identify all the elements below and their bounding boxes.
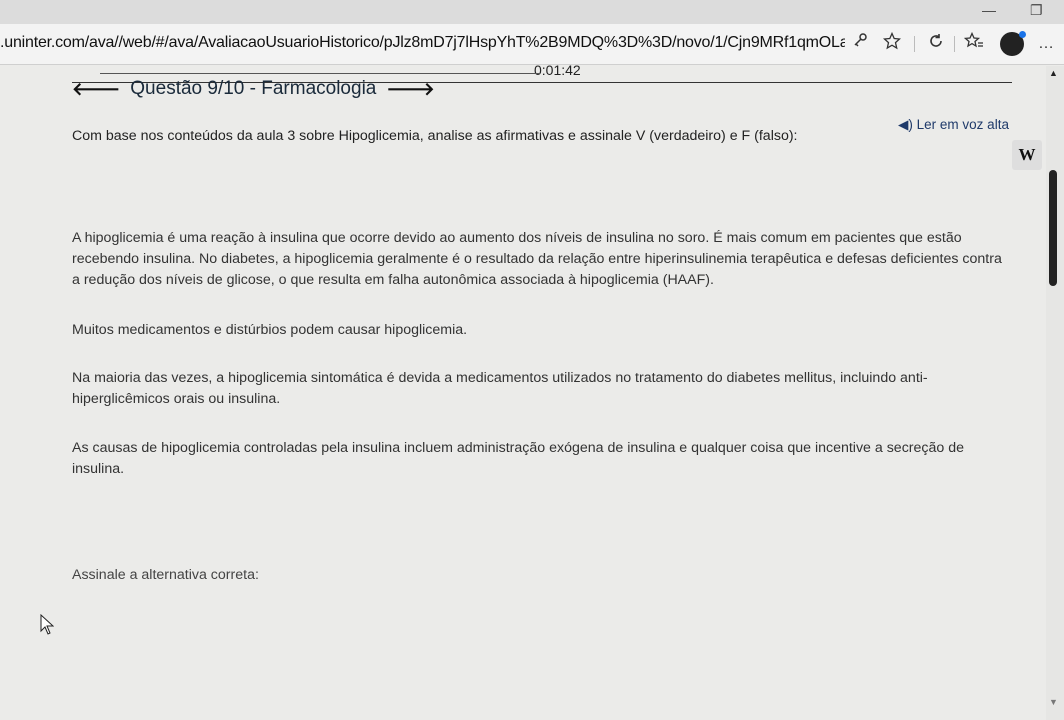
instruction-text: Assinale a alternativa correta: [72,567,259,583]
divider [100,73,540,74]
star-icon[interactable] [880,31,904,56]
statement-4: As causas de hipoglicemia controladas pe… [72,440,964,477]
question-header: 🡐 Questão 9/10 - Farmacologia 🡒 [72,78,435,100]
minimize-icon[interactable]: — [982,2,996,18]
refresh-extension-icon[interactable] [924,32,948,56]
arrow-left-icon[interactable]: 🡐 [72,79,120,100]
address-bar[interactable]: .uninter.com/ava//web/#/ava/AvaliacaoUsu… [0,24,1064,65]
speaker-icon: ◀) [898,117,913,132]
scroll-down-icon[interactable]: ▼ [1049,697,1058,707]
statement-1: A hipoglicemia é uma reação à insulina q… [72,230,1002,288]
key-icon[interactable] [848,32,872,56]
question-title: Questão 9/10 - Farmacologia [130,78,377,99]
url-text[interactable]: .uninter.com/ava//web/#/ava/AvaliacaoUsu… [0,34,845,52]
scrollbar-thumb[interactable] [1049,170,1057,286]
scrollbar-track[interactable] [1046,66,1064,720]
more-menu-icon[interactable]: … [1034,32,1058,56]
timer: 0:01:42 [534,62,581,78]
w-button[interactable]: W [1012,140,1042,170]
notification-dot [1019,31,1026,38]
statement-3: Na maioria das vezes, a hipoglicemia sin… [72,370,928,407]
toolbar-separator [914,36,915,52]
question-prompt: Com base nos conteúdos da aula 3 sobre H… [72,128,798,144]
toolbar-separator [954,36,955,52]
mouse-cursor-icon [40,613,55,641]
read-aloud-label: Ler em voz alta [916,117,1009,132]
browser-top-strip: — ❐ [0,0,1064,24]
scroll-up-icon[interactable]: ▲ [1049,68,1058,78]
read-aloud-button[interactable]: ◀) Ler em voz alta [898,117,1009,133]
restore-icon[interactable]: ❐ [1030,2,1043,19]
arrow-right-icon[interactable]: 🡒 [386,79,434,100]
statement-2: Muitos medicamentos e distúrbios podem c… [72,322,468,338]
favorites-icon[interactable] [962,31,986,56]
